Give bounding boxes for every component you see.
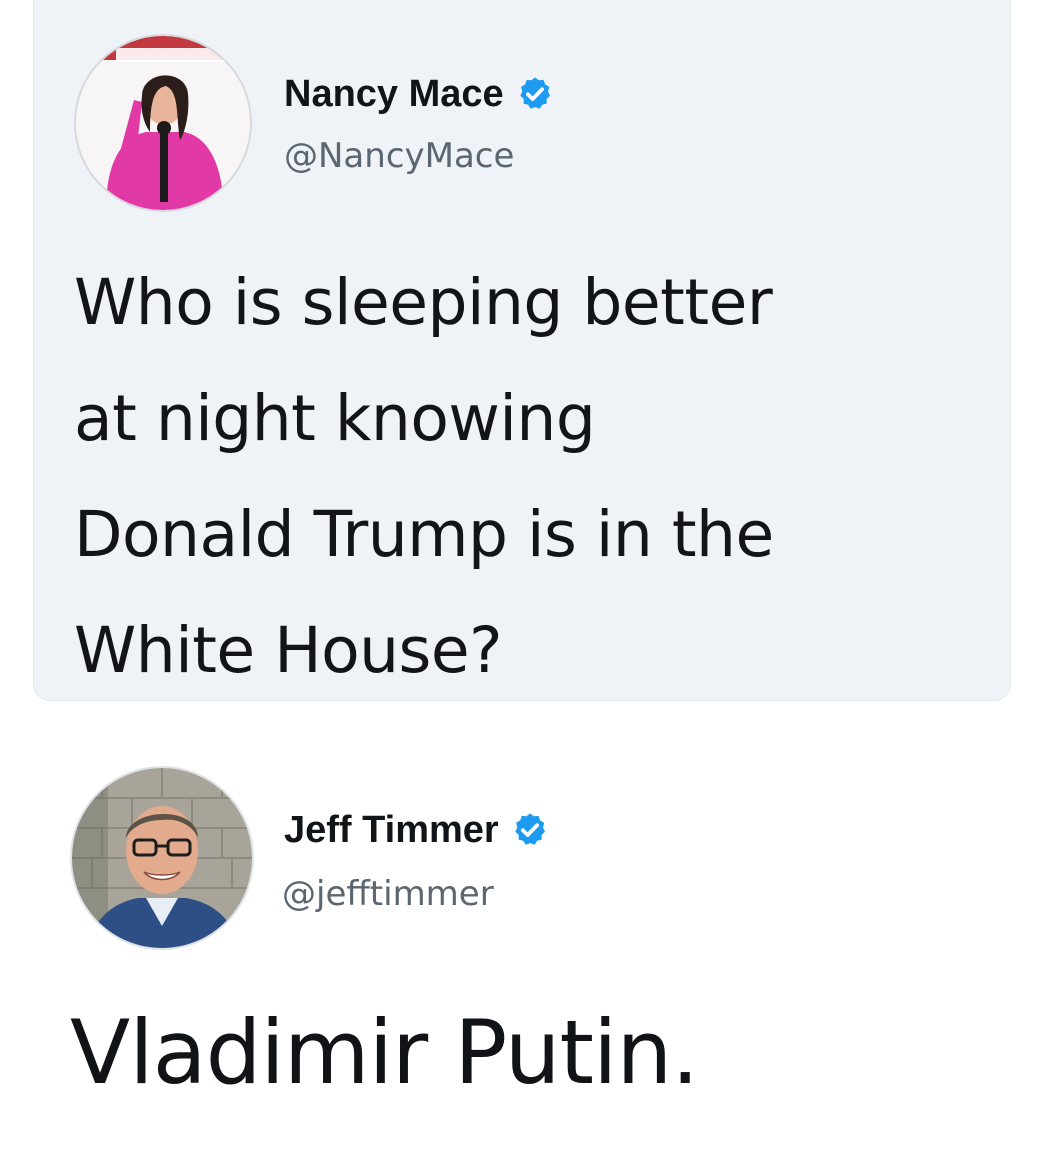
avatar-nancy-mace[interactable] [76, 36, 250, 210]
author-name-text: Nancy Mace [284, 73, 504, 115]
avatar-jeff-timmer[interactable] [72, 768, 252, 948]
quoted-tweet-text: Who is sleeping better at night knowing … [74, 266, 774, 687]
reply-tweet-text: Vladimir Putin. [70, 1001, 699, 1104]
author-handle-jeff[interactable]: @jefftimmer [282, 874, 494, 914]
author-handle-nancy[interactable]: @NancyMace [284, 136, 514, 176]
verified-badge-icon [514, 813, 545, 845]
author-name-jeff[interactable]: Jeff Timmer [284, 808, 549, 852]
avatar-photo-jeff [72, 768, 252, 948]
avatar-photo-nancy [76, 36, 250, 210]
verified-badge-icon [519, 77, 550, 109]
author-name-nancy[interactable]: Nancy Mace [284, 72, 554, 116]
author-name-text: Jeff Timmer [284, 809, 499, 851]
